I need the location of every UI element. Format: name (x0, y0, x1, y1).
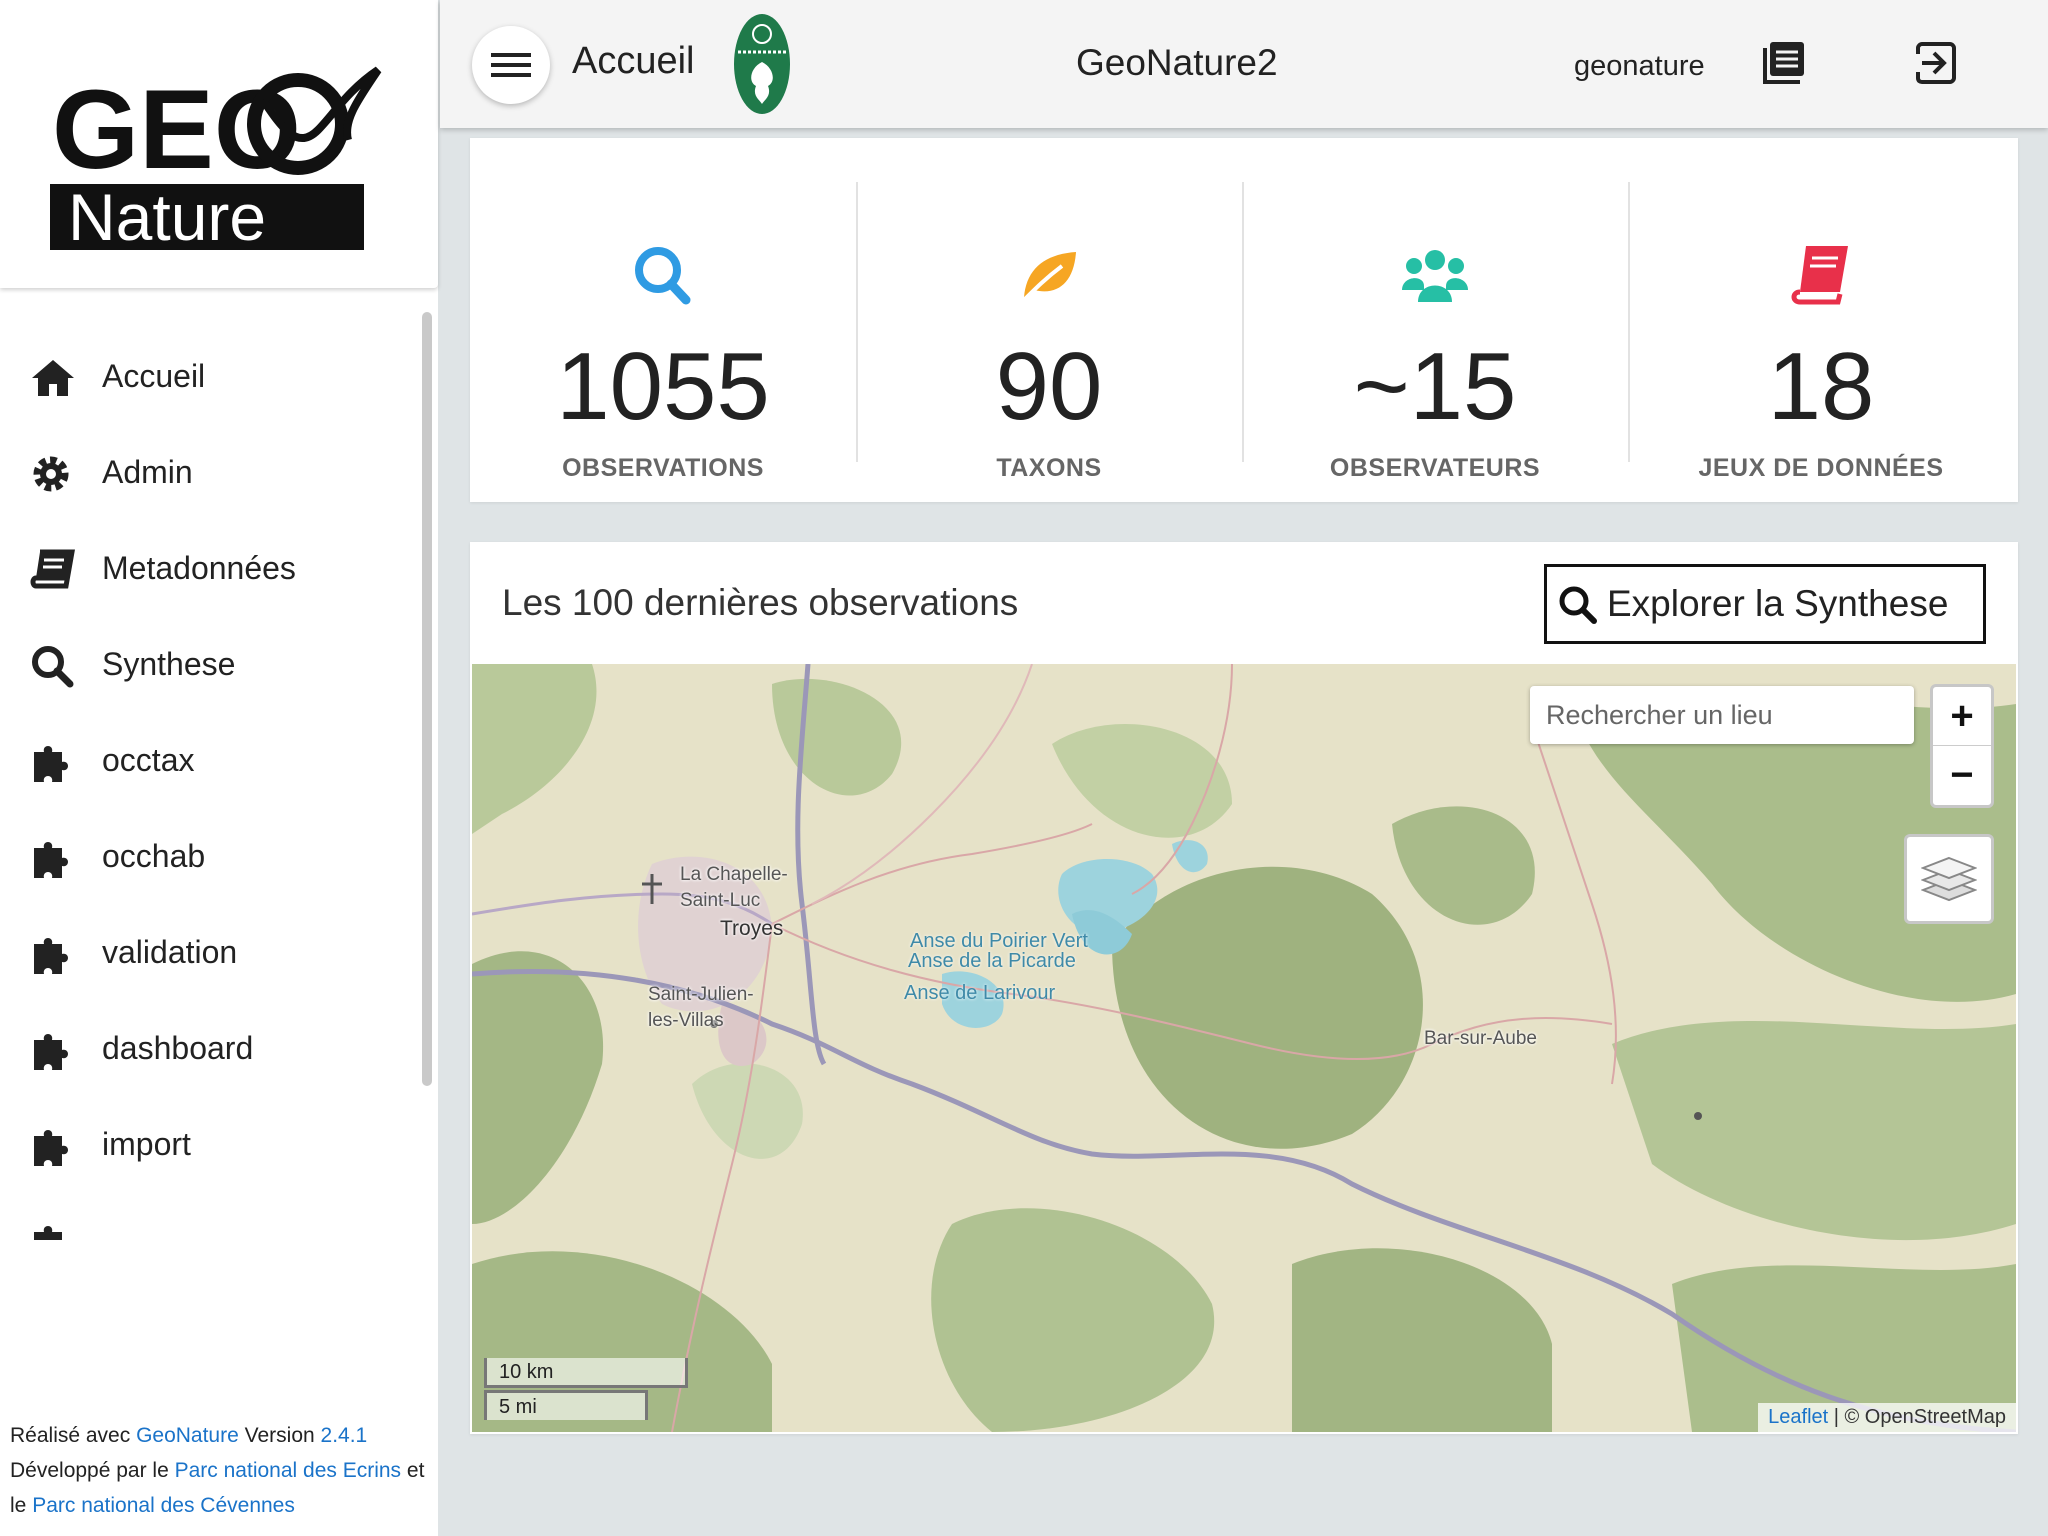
version-link[interactable]: 2.4.1 (321, 1424, 368, 1447)
puzzle-icon (34, 938, 68, 974)
stat-label: OBSERVATEURS (1329, 454, 1541, 482)
footer-text: Développé par le (10, 1459, 175, 1482)
layers-icon (1921, 856, 1977, 902)
map-card: Les 100 dernières observations Explorer … (470, 542, 2018, 1434)
book-icon (30, 549, 75, 589)
sidebar-item-label: import (102, 1125, 191, 1162)
sidebar-item-label: occhab (102, 837, 206, 874)
footer-text: Réalisé avec (10, 1424, 137, 1447)
map-tiles (472, 664, 2016, 1432)
puzzle-icon (34, 1034, 68, 1070)
map-label-saint-julien: Saint-Julien- les-Villas (648, 984, 754, 1031)
hamburger-icon (491, 53, 531, 77)
zoom-in-button[interactable]: + (1933, 687, 1991, 746)
sidebar-footer: Réalisé avec GeoNature Version 2.4.1 Dév… (10, 1418, 430, 1523)
sidebar-item-occtax[interactable]: occtax (0, 720, 420, 800)
explore-synthese-label: Explorer la Synthese (1607, 583, 1949, 624)
sidebar: GEO Nature Accueil Admin Metadonnées Syn… (0, 0, 438, 1536)
home-icon (32, 360, 74, 396)
stats-card: 1055 OBSERVATIONS 90 TAXONS ~15 OBSERVAT… (470, 138, 2018, 502)
sidebar-item-import[interactable]: import (0, 1104, 420, 1184)
map-label-la-chapelle: La Chapelle- Saint-Luc (680, 864, 788, 911)
puzzle-icon (34, 1130, 68, 1166)
sidebar-item-label: Accueil (102, 357, 206, 394)
stat-taxons: 90 TAXONS (856, 182, 1242, 482)
users-icon (1402, 250, 1468, 302)
layers-button[interactable] (1904, 834, 1994, 924)
cevennes-link[interactable]: Parc national des Cévennes (32, 1494, 295, 1517)
stat-observateurs: ~15 OBSERVATEURS (1242, 182, 1628, 482)
stat-label: JEUX DE DONNÉES (1698, 454, 1944, 482)
sidebar-item-occhab[interactable]: occhab (0, 816, 420, 896)
search-icon (1559, 586, 1597, 624)
zoom-out-button[interactable]: − (1933, 746, 1991, 805)
logo-text-nature: Nature (68, 180, 266, 254)
sidebar-item-label: Metadonnées (102, 549, 296, 586)
app-title: GeoNature2 (1076, 42, 1278, 83)
logo-text-geo: GEO (52, 67, 301, 192)
geonature-link[interactable]: GeoNature (136, 1424, 239, 1447)
map-label-troyes: Troyes (720, 917, 784, 940)
top-bar: Accueil GeoNature2 geonature (440, 0, 2048, 128)
puzzle-icon (34, 1226, 62, 1240)
sidebar-item-metadonnees[interactable]: Metadonnées (0, 528, 420, 608)
sidebar-item-partial[interactable] (0, 1200, 420, 1240)
search-icon (32, 646, 74, 688)
sidebar-item-dashboard[interactable]: dashboard (0, 1008, 420, 1088)
leaf-icon (1020, 252, 1076, 304)
page-title: Accueil (572, 40, 695, 82)
stat-value: ~15 (1353, 333, 1517, 440)
sidebar-nav: Accueil Admin Metadonnées Synthese occta… (0, 310, 420, 1240)
sidebar-item-label: Admin (102, 453, 193, 490)
ecrins-link[interactable]: Parc national des Ecrins (175, 1459, 401, 1482)
search-icon (635, 247, 691, 305)
map-label-anse-poirier: Anse du Poirier Vert (910, 930, 1088, 952)
sidebar-item-admin[interactable]: Admin (0, 432, 420, 512)
map-label-anse-larivour: Anse de Larivour (904, 982, 1056, 1004)
sidebar-item-label: occtax (102, 741, 195, 778)
sidebar-item-validation[interactable]: validation (0, 912, 420, 992)
logout-icon[interactable] (1914, 42, 1956, 84)
book-icon (1791, 246, 1848, 305)
geonature-logo-graphic: GEO Nature (50, 66, 382, 254)
sidebar-item-accueil[interactable]: Accueil (0, 336, 420, 416)
stat-value: 18 (1767, 333, 1875, 440)
park-logo (734, 14, 790, 114)
menu-toggle-button[interactable] (472, 26, 550, 104)
stat-observations: 1055 OBSERVATIONS (470, 182, 856, 482)
map-label-anse-picarde: Anse de la Picarde (908, 950, 1076, 972)
map-card-title: Les 100 dernières observations (502, 582, 1019, 623)
sidebar-item-label: Synthese (102, 645, 236, 682)
map-attribution: Leaflet | © OpenStreetMap (1758, 1403, 2016, 1432)
sidebar-scrollbar[interactable] (422, 312, 432, 1086)
stat-value: 1055 (556, 333, 770, 440)
stat-label: OBSERVATIONS (562, 454, 764, 482)
stat-jeux-de-donnees: 18 JEUX DE DONNÉES (1628, 182, 2014, 482)
documentation-icon[interactable] (1762, 40, 1806, 84)
footer-text: Version (238, 1424, 321, 1447)
username: geonature (1574, 50, 1705, 82)
scale-bar-mi: 5 mi (484, 1390, 648, 1420)
puzzle-icon (34, 746, 68, 782)
zoom-control: + − (1930, 684, 1994, 808)
scale-bar-km: 10 km (484, 1358, 688, 1388)
explore-synthese-button[interactable]: Explorer la Synthese (1544, 564, 1986, 644)
stat-value: 90 (995, 333, 1103, 440)
place-search-input[interactable] (1530, 686, 1914, 744)
sidebar-item-synthese[interactable]: Synthese (0, 624, 420, 704)
map-label-bar-sur-aube: Bar-sur-Aube (1424, 1028, 1537, 1049)
puzzle-icon (34, 842, 68, 878)
sidebar-item-label: dashboard (102, 1029, 254, 1066)
geonature-logo[interactable]: GEO Nature (0, 0, 438, 288)
gear-icon (33, 456, 69, 492)
stat-label: TAXONS (996, 454, 1102, 482)
sidebar-item-label: validation (102, 933, 238, 970)
map[interactable]: La Chapelle- Saint-Luc Troyes Saint-Juli… (472, 664, 2016, 1432)
attribution-text: | © OpenStreetMap (1828, 1406, 2006, 1428)
leaflet-link[interactable]: Leaflet (1768, 1406, 1828, 1428)
